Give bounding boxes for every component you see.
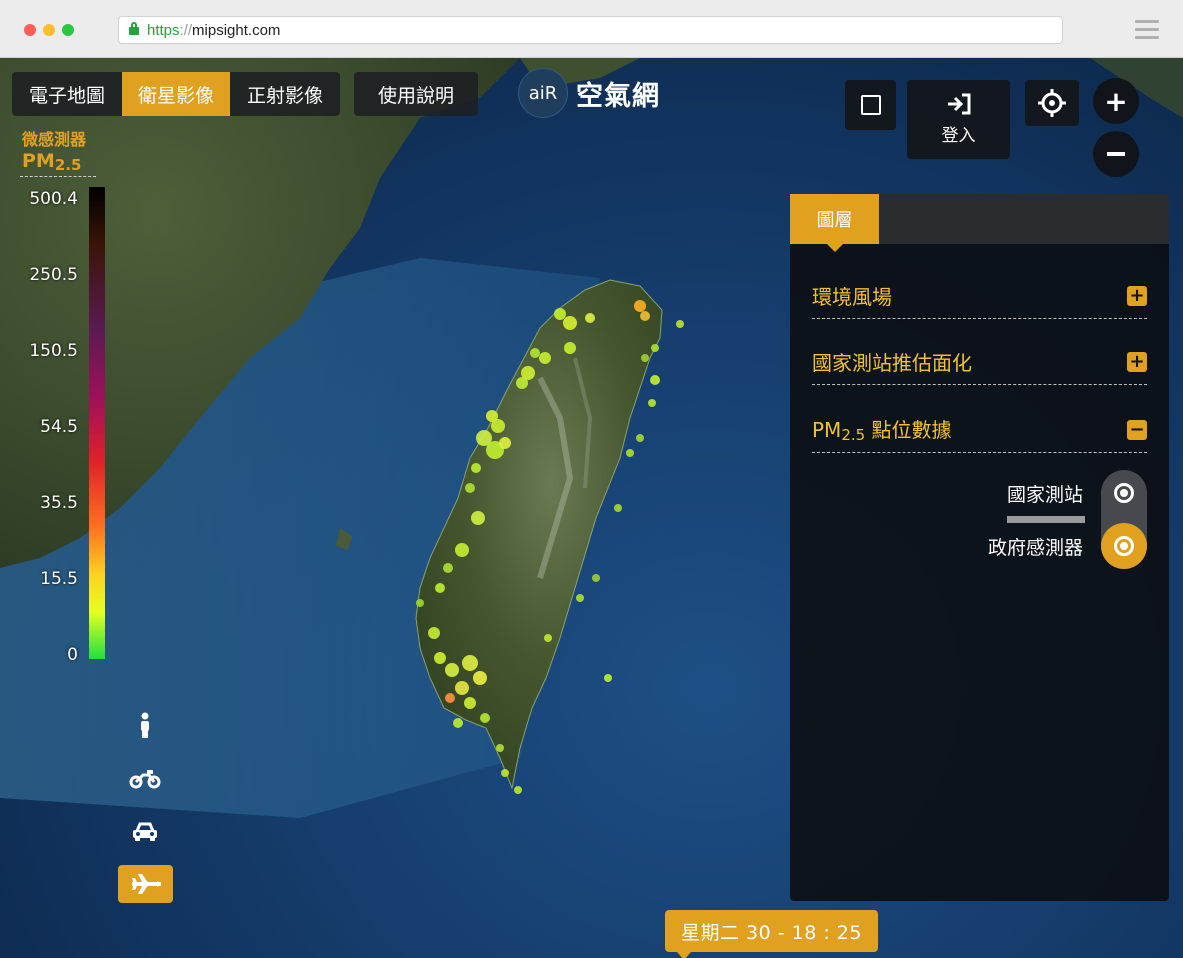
legend-tick: 150.5 <box>29 341 78 361</box>
layer-label: PM2.5 點位數據 <box>812 418 952 444</box>
legend-divider <box>20 176 96 177</box>
satellite-map[interactable]: 電子地圖 衛星影像 正射影像 使用說明 aiR 空氣網 登入 + 微感測器 PM… <box>0 58 1183 958</box>
close-window-button[interactable] <box>24 24 36 36</box>
legend-tick: 54.5 <box>40 417 78 437</box>
legend-tick: 15.5 <box>40 569 78 589</box>
square-icon <box>860 95 881 115</box>
collapse-minus-icon[interactable]: − <box>1127 420 1147 440</box>
url-host: mipsight.com <box>192 21 281 39</box>
legend-tick: 500.4 <box>29 189 78 209</box>
motorcycle-mode-button[interactable] <box>128 763 162 793</box>
tab-electronic-map[interactable]: 電子地圖 <box>12 72 122 116</box>
zoom-out-button[interactable] <box>1093 131 1139 177</box>
plus-icon: + <box>1104 84 1128 118</box>
window-controls <box>24 24 74 36</box>
legend-pm-label: PM2.5 <box>22 150 82 174</box>
person-icon <box>141 712 149 738</box>
crosshair-icon <box>1038 89 1066 117</box>
layer-row-wind-field[interactable]: 環境風場 + <box>812 279 1147 319</box>
sublayer-toggle-track <box>1101 470 1147 569</box>
login-label: 登入 <box>941 126 976 146</box>
help-button[interactable]: 使用說明 <box>354 72 478 116</box>
legend-title: 微感測器 <box>22 130 87 149</box>
airplane-icon <box>131 874 161 894</box>
target-icon <box>1114 483 1134 503</box>
login-button[interactable]: 登入 <box>907 80 1010 159</box>
tab-orthophoto[interactable]: 正射影像 <box>230 72 340 116</box>
url-scheme: https <box>147 21 180 39</box>
zoom-in-button[interactable]: + <box>1093 78 1139 124</box>
legend-tick: 0 <box>67 645 78 665</box>
car-mode-button[interactable] <box>128 817 162 847</box>
site-logo[interactable]: aiR 空氣網 <box>518 68 660 118</box>
legend-tick: 35.5 <box>40 493 78 513</box>
tab-satellite-image[interactable]: 衛星影像 <box>122 72 230 116</box>
car-icon <box>133 822 157 841</box>
layers-panel: 圖層 環境風場 + 國家測站推估面化 + PM2.5 點位數據 − 國家測站 政… <box>790 194 1169 901</box>
sublayer-label-national-stations: 國家測站 <box>1006 484 1083 506</box>
maximize-window-button[interactable] <box>62 24 74 36</box>
browser-menu-icon[interactable] <box>1135 20 1159 39</box>
url-separator: :// <box>179 21 193 39</box>
address-bar[interactable]: https://mipsight.com <box>118 16 1063 44</box>
time-badge[interactable]: 星期二 30 - 18 : 25 <box>665 910 878 958</box>
locate-button[interactable] <box>1025 80 1079 126</box>
legend-tick: 250.5 <box>29 265 78 285</box>
layer-row-pm25-points[interactable]: PM2.5 點位數據 − <box>812 413 1147 453</box>
panel-header: 圖層 <box>790 194 1169 252</box>
browser-chrome: https://mipsight.com <box>0 0 1183 58</box>
fullscreen-button[interactable] <box>845 80 896 130</box>
legend-color-scale <box>89 187 105 659</box>
national-stations-toggle[interactable] <box>1101 470 1147 516</box>
logo-title: 空氣網 <box>576 80 660 112</box>
minimize-window-button[interactable] <box>43 24 55 36</box>
minus-icon <box>1107 152 1125 156</box>
layer-row-national-interpolation[interactable]: 國家測站推估面化 + <box>812 345 1147 385</box>
government-sensors-toggle[interactable] <box>1101 523 1147 569</box>
expand-plus-icon[interactable]: + <box>1127 352 1147 372</box>
layer-label: 國家測站推估面化 <box>812 351 972 375</box>
target-icon <box>1114 536 1134 556</box>
logo-badge: aiR <box>518 68 568 118</box>
motorcycle-icon <box>129 770 161 789</box>
airplane-mode-button[interactable] <box>118 865 173 903</box>
lock-icon <box>129 22 139 35</box>
person-mode-button[interactable] <box>128 710 162 740</box>
expand-plus-icon[interactable]: + <box>1127 286 1147 306</box>
sign-in-icon <box>947 93 970 115</box>
layer-label: 環境風場 <box>812 285 892 309</box>
sublayer-divider <box>1007 516 1085 523</box>
sublayer-label-government-sensors: 政府感測器 <box>987 537 1083 559</box>
tab-layers[interactable]: 圖層 <box>790 194 879 252</box>
